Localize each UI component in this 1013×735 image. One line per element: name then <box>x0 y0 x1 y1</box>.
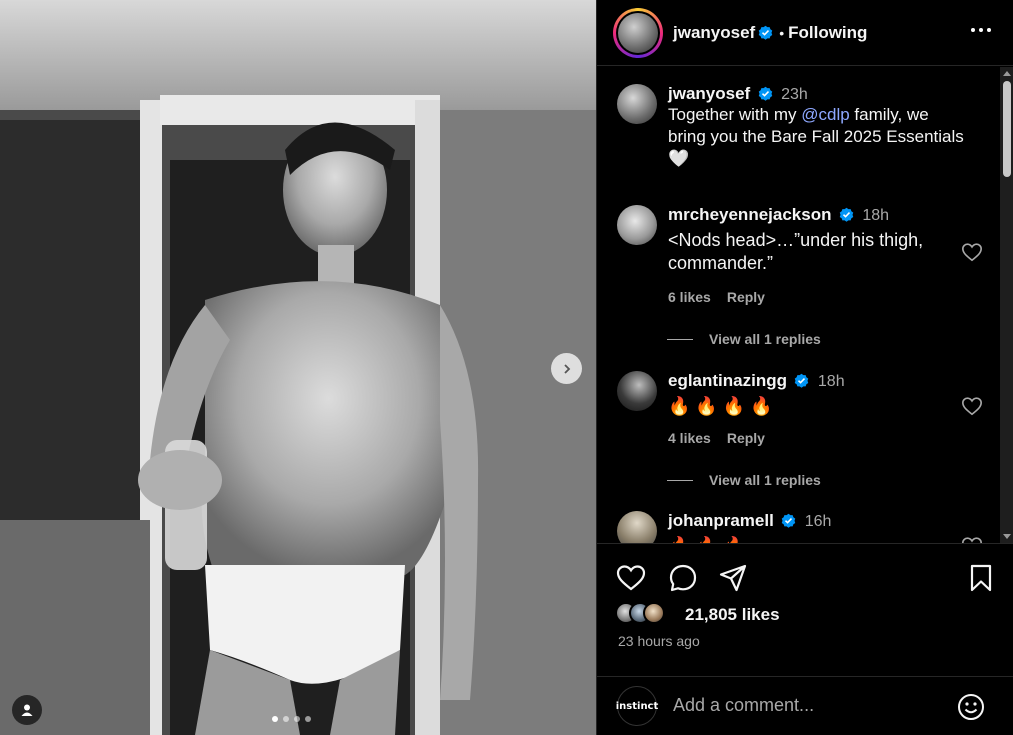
post-timestamp[interactable]: 23 hours ago <box>618 633 700 649</box>
carousel-indicator <box>272 716 311 722</box>
commenter-avatar[interactable] <box>617 205 657 245</box>
carousel-dot <box>272 716 278 722</box>
heart-icon[interactable] <box>961 241 983 263</box>
post-header: jwanyosef • Following <box>597 0 1013 66</box>
caption-emoji: 🤍 <box>668 149 690 168</box>
comment-text: 🔥 🔥 🔥 <box>668 535 948 543</box>
scroll-up-arrow[interactable] <box>1003 71 1011 76</box>
comment-time: 16h <box>804 513 832 530</box>
comment-icon[interactable] <box>667 562 699 594</box>
caption-time: 23h <box>781 86 808 103</box>
carousel-dot <box>294 716 300 722</box>
comment-time: 18h <box>862 207 890 224</box>
bookmark-icon[interactable] <box>965 562 997 594</box>
caption-text: Together with my @cdlp family, we bring … <box>668 105 964 168</box>
liker-avatar <box>643 602 665 624</box>
reply-button[interactable]: Reply <box>727 289 765 305</box>
post-side-panel: jwanyosef • Following jwanyosef 23h Toge… <box>596 0 1013 735</box>
more-icon[interactable] <box>971 28 991 32</box>
comment-likes[interactable]: 6 likes <box>668 289 711 305</box>
verified-badge-icon <box>758 86 772 101</box>
add-comment-input[interactable] <box>673 695 943 716</box>
commenter-avatar[interactable] <box>617 511 657 543</box>
commenter-username[interactable]: johanpramell <box>668 511 774 530</box>
current-user-avatar[interactable]: instinct <box>616 686 658 726</box>
scrollbar-thumb[interactable] <box>1003 81 1011 177</box>
post-actions: 21,805 likes 23 hours ago <box>597 543 1013 649</box>
reply-button[interactable]: Reply <box>727 430 765 446</box>
author-avatar-ring[interactable] <box>613 7 663 58</box>
comments-list[interactable]: jwanyosef 23h Together with my @cdlp fam… <box>597 67 997 543</box>
mention-link[interactable]: @cdlp <box>801 105 849 124</box>
caption-author[interactable]: jwanyosef <box>668 84 750 103</box>
comment-likes[interactable]: 4 likes <box>668 430 711 446</box>
post-photo <box>0 0 596 735</box>
commenter-avatar[interactable] <box>617 371 657 411</box>
carousel-dot <box>283 716 289 722</box>
comment-text: <Nods head>…”under his thigh, commander.… <box>668 230 924 273</box>
emoji-icon[interactable] <box>955 691 987 723</box>
heart-icon[interactable] <box>961 395 983 417</box>
author-username[interactable]: jwanyosef <box>673 23 755 43</box>
user-tags-button[interactable] <box>12 695 42 725</box>
verified-badge-icon <box>782 513 796 528</box>
post-media[interactable] <box>0 0 596 735</box>
comment-text: 🔥 🔥 🔥 🔥 <box>668 396 773 416</box>
commenter-username[interactable]: mrcheyennejackson <box>668 205 831 224</box>
likes-count[interactable]: 21,805 likes <box>685 605 780 625</box>
chevron-right-icon <box>563 363 570 374</box>
carousel-dot <box>305 716 311 722</box>
verified-badge-icon <box>795 373 809 388</box>
comment-composer: instinct <box>597 676 1013 735</box>
heart-icon[interactable] <box>961 535 983 543</box>
comment-time: 18h <box>817 373 845 390</box>
author-avatar[interactable] <box>618 12 658 53</box>
caption-author-avatar[interactable] <box>617 84 657 124</box>
view-replies-button[interactable]: View all 1 replies <box>667 331 821 347</box>
share-icon[interactable] <box>717 562 749 594</box>
user-tag-icon <box>21 704 33 716</box>
verified-badge-icon <box>758 25 773 40</box>
follow-status-button[interactable]: Following <box>788 23 867 43</box>
comments-scrollbar[interactable] <box>1000 67 1013 543</box>
scroll-down-arrow[interactable] <box>1003 534 1011 539</box>
likers-avatars[interactable] <box>615 602 665 624</box>
next-slide-button[interactable] <box>551 353 582 384</box>
commenter-username[interactable]: eglantinazingg <box>668 371 787 390</box>
view-replies-button[interactable]: View all 1 replies <box>667 472 821 488</box>
verified-badge-icon <box>839 207 854 222</box>
heart-icon[interactable] <box>615 562 647 594</box>
separator-dot: • <box>779 24 785 41</box>
